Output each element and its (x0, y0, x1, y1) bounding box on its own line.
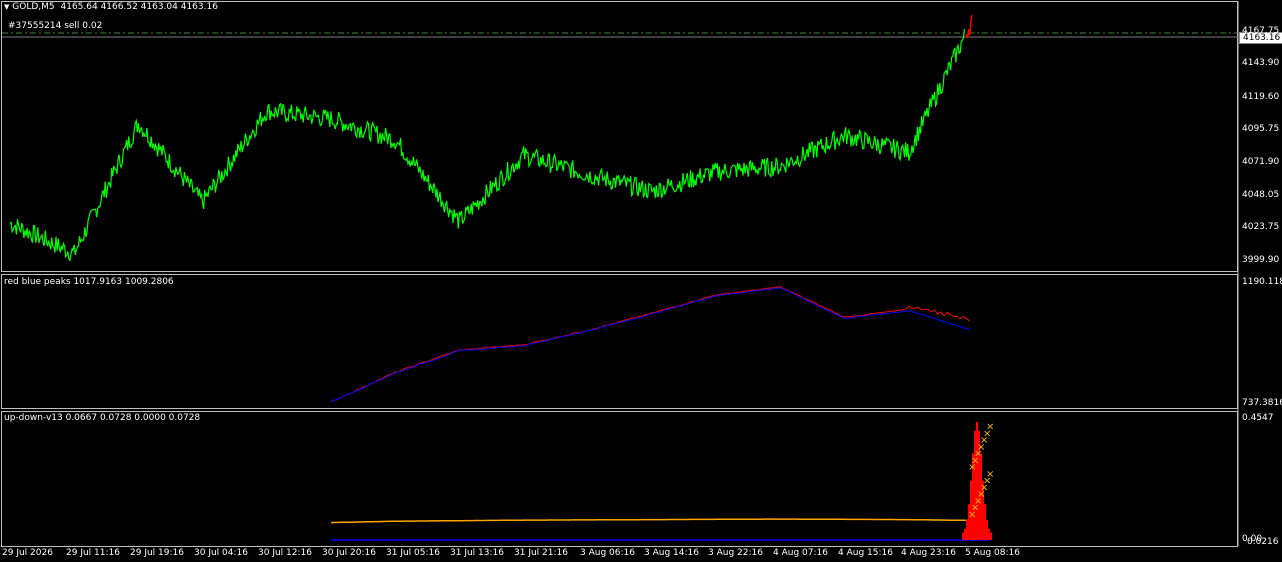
xtick: 4 Aug 23:16 (901, 548, 956, 558)
indicator2-ytick-low: 0.0216 (1247, 537, 1279, 547)
red-peaks-line (330, 286, 971, 403)
indicator1-ytick-top: 1190.1184 (1242, 277, 1282, 287)
red-bar (976, 421, 978, 540)
xtick: 5 Aug 08:16 (965, 548, 1020, 558)
red-bar (974, 430, 976, 540)
x-marker: × (986, 422, 994, 433)
xtick: 30 Jul 04:16 (194, 548, 248, 558)
main-ytick: 4095.75 (1242, 124, 1280, 134)
up-down-series: ×××××××××××××× (330, 421, 994, 541)
chart-canvas[interactable]: ×××××××××××××× (0, 0, 1282, 562)
indicator1-ytick-bottom: 737.3816 (1242, 398, 1282, 408)
red-bar (988, 528, 990, 540)
red-bar (964, 528, 966, 540)
dropdown-arrow-icon[interactable]: ▼ (4, 3, 9, 11)
main-ytick: 4167.75 (1242, 26, 1280, 36)
main-ytick: 3999.90 (1242, 255, 1280, 265)
indicator2-panel-frame (1, 411, 1238, 547)
indicator1-panel-frame (1, 274, 1238, 409)
xtick: 3 Aug 06:16 (580, 548, 635, 558)
price-line-recent (965, 14, 973, 39)
xtick: 4 Aug 15:16 (838, 548, 893, 558)
main-ytick: 4143.90 (1242, 58, 1280, 68)
red-blue-peaks-series (330, 286, 971, 403)
xtick: 29 Jul 19:16 (130, 548, 184, 558)
main-panel-frame (1, 1, 1238, 272)
xtick: 30 Jul 20:16 (322, 548, 376, 558)
main-ytick: 4048.05 (1242, 190, 1280, 200)
xtick: 4 Aug 07:16 (773, 548, 828, 558)
red-bar (984, 504, 986, 540)
main-ytick: 4119.60 (1242, 92, 1280, 102)
xtick: 31 Jul 13:16 (450, 548, 504, 558)
main-header: ▼ GOLD,M5 4165.64 4166.52 4163.04 4163.1… (4, 2, 218, 13)
blue-peaks-line (330, 287, 970, 403)
indicator2-ytick-top: 0.4547 (1242, 413, 1274, 423)
red-bar (986, 519, 988, 540)
order-label[interactable]: #37555214 sell 0.02 (8, 21, 102, 32)
symbol-label: GOLD,M5 (12, 2, 55, 12)
xtick: 3 Aug 22:16 (708, 548, 763, 558)
main-ytick: 4071.90 (1242, 157, 1280, 167)
xtick: 29 Jul 11:16 (66, 548, 120, 558)
xtick: 31 Jul 05:16 (386, 548, 440, 558)
price-series (9, 14, 973, 262)
x-marker: × (986, 469, 994, 480)
red-bar (990, 532, 992, 540)
red-bar (966, 519, 968, 540)
indicator1-header: red blue peaks 1017.9163 1009.2806 (4, 277, 174, 287)
xtick: 3 Aug 14:16 (644, 548, 699, 558)
xtick: 30 Jul 12:16 (258, 548, 312, 558)
price-line (9, 29, 965, 262)
xtick: 31 Jul 21:16 (514, 548, 568, 558)
main-ytick: 4023.75 (1242, 222, 1280, 232)
xtick: 29 Jul 2026 (2, 548, 53, 558)
orange-line (330, 518, 970, 524)
indicator2-header: up-down-v13 0.0667 0.0728 0.0000 0.0728 (4, 413, 201, 423)
red-bar (962, 532, 964, 540)
ohlc-label: 4165.64 4166.52 4163.04 4163.16 (60, 2, 218, 12)
